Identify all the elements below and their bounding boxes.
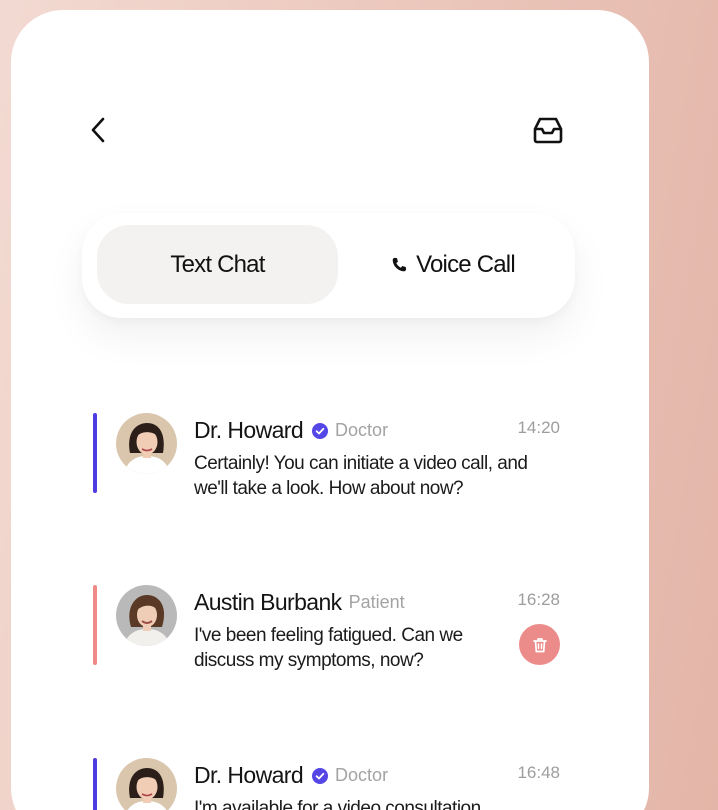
sender-role: Patient [348, 592, 405, 612]
list-item[interactable]: Dr. Howard Doctor 16:48 I'm available fo… [93, 758, 563, 810]
sender-role: Doctor [335, 420, 389, 440]
back-button[interactable] [80, 112, 116, 148]
message-time: 16:28 [517, 590, 560, 609]
message-text: Certainly! You can initiate a video call… [194, 453, 528, 499]
avatar [116, 758, 177, 810]
inbox-button[interactable] [528, 110, 568, 150]
tab-text-chat[interactable]: Text Chat [97, 225, 338, 304]
verified-badge-icon [312, 767, 329, 784]
verified-badge-icon [312, 422, 329, 439]
phone-icon [390, 256, 408, 274]
avatar [116, 585, 177, 646]
delete-message-button[interactable] [519, 624, 560, 665]
trash-icon [532, 637, 547, 652]
message-time: 14:20 [517, 418, 560, 437]
list-item[interactable]: Dr. Howard Doctor 14:20 Certainly! You c… [93, 413, 563, 499]
chat-mode-tabs: Text Chat Voice Call [82, 213, 575, 318]
phone-screen: Text Chat Voice Call [11, 10, 649, 810]
sender-name-row: Dr. Howard Doctor [194, 762, 388, 789]
message-text: I've been feeling fatigued. Can we discu… [194, 625, 463, 671]
message-time: 16:48 [517, 763, 560, 782]
avatar [116, 413, 177, 474]
sender-name: Austin Burbank [194, 589, 342, 615]
sender-name-row: Austin Burbank Patient [194, 589, 405, 616]
sender-name: Dr. Howard [194, 762, 304, 788]
sender-name-row: Dr. Howard Doctor [194, 417, 388, 444]
tab-voice-call[interactable]: Voice Call [340, 225, 565, 304]
tab-voice-call-label: Voice Call [416, 250, 516, 278]
accent-bar [93, 413, 97, 493]
list-item[interactable]: Austin Burbank Patient 16:28 I've been f… [93, 585, 563, 671]
accent-bar [93, 585, 97, 665]
sender-name: Dr. Howard [194, 417, 304, 443]
inbox-icon [533, 117, 563, 144]
tab-text-chat-label: Text Chat [170, 250, 265, 278]
sender-role: Doctor [335, 765, 389, 785]
accent-bar [93, 758, 97, 810]
message-text: I'm available for a video consultation. [194, 798, 486, 810]
chevron-left-icon [91, 117, 105, 143]
